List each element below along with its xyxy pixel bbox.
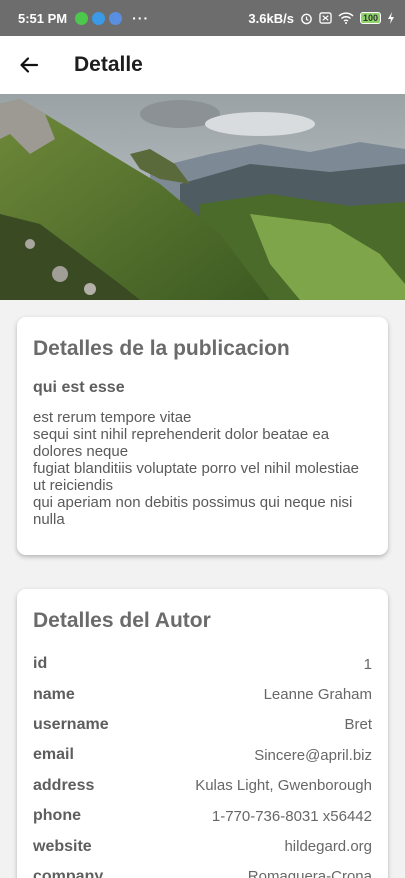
chat-app-icon (75, 11, 89, 25)
mountain-landscape-image (0, 94, 405, 300)
author-row-website: website hildegard.org (33, 831, 372, 861)
author-heading: Detalles del Autor (33, 609, 211, 632)
author-row-key: address (33, 776, 95, 794)
author-row-key: website (33, 837, 92, 855)
author-row-value: Leanne Graham (263, 686, 372, 704)
post-title: qui est esse (33, 379, 125, 396)
page-title: Detalle (74, 53, 143, 76)
author-row-key: id (33, 655, 48, 673)
status-time: 5:51 PM (18, 10, 68, 26)
author-row-key: name (33, 685, 75, 703)
author-row-value: Sincere@april.biz (254, 746, 372, 764)
author-row-key: email (33, 746, 74, 764)
author-row-value: 1 (363, 655, 372, 673)
more-notifications-icon: ··· (132, 10, 150, 26)
whatsapp-icon (109, 11, 123, 25)
author-row-id: id 1 (33, 649, 372, 679)
author-row-key: company (33, 867, 104, 878)
wifi-icon (338, 12, 354, 24)
author-row-value: Romaguera-Crona (247, 868, 372, 878)
back-button[interactable] (0, 36, 58, 94)
twitter-icon (92, 11, 106, 25)
author-details-list: id 1 name Leanne Graham username Bret em… (33, 649, 372, 878)
alarm-icon (300, 12, 313, 25)
battery-indicator: 100 (359, 12, 381, 24)
app-bar: Detalle (0, 36, 405, 94)
author-row-address: address Kulas Light, Gwenborough (33, 771, 372, 801)
status-bar: 5:51 PM ··· 3.6kB/s 100 (0, 0, 405, 36)
charging-icon (387, 12, 395, 24)
author-row-value: 1-770-736-8031 x56442 (211, 807, 372, 825)
network-speed: 3.6kB/s (248, 10, 294, 26)
author-row-company: company Romaguera-Crona (33, 862, 372, 878)
publication-heading: Detalles de la publicacion (33, 337, 290, 360)
author-row-email: email Sincere@april.biz (33, 740, 372, 770)
author-row-key: phone (33, 807, 81, 825)
author-row-phone: phone 1-770-736-8031 x56442 (33, 801, 372, 831)
author-row-key: username (33, 715, 109, 733)
author-row-value: Kulas Light, Gwenborough (195, 777, 372, 795)
author-row-username: username Bret (33, 710, 372, 740)
author-card: Detalles del Autor id 1 name Leanne Grah… (17, 589, 388, 878)
author-row-value: Bret (344, 716, 372, 734)
post-body: est rerum tempore vitae sequi sint nihil… (33, 409, 360, 528)
arrow-left-icon (19, 55, 39, 75)
publication-card: Detalles de la publicacion qui est esse … (17, 317, 388, 555)
author-row-value: hildegard.org (284, 838, 372, 856)
author-row-name: name Leanne Graham (33, 679, 372, 709)
no-sim-icon (319, 12, 332, 24)
